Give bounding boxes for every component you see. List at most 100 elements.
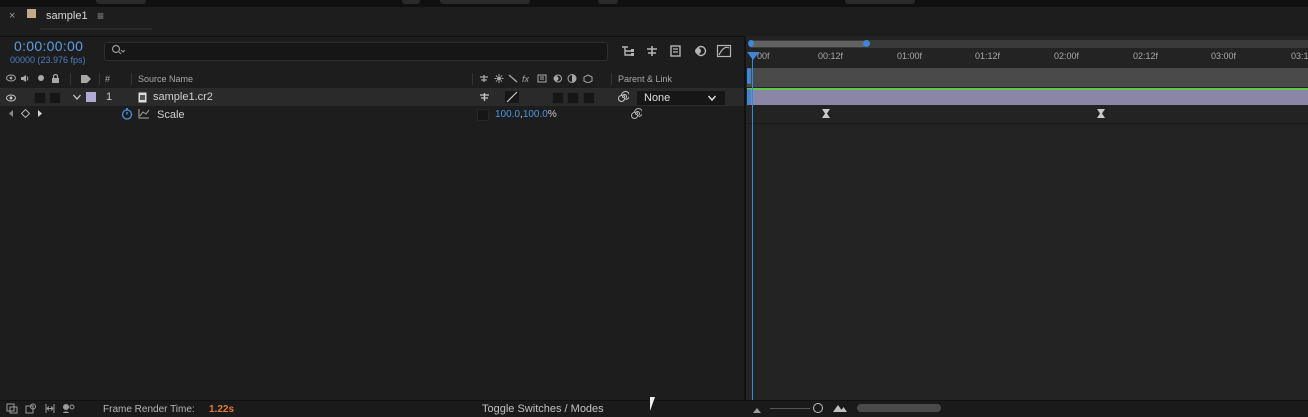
zoom-out-icon[interactable] bbox=[752, 405, 762, 417]
ruler-tick: 01:00f bbox=[897, 51, 923, 61]
layer-switches-icon[interactable] bbox=[6, 403, 18, 417]
layer-name[interactable]: sample1.cr2 bbox=[153, 91, 213, 103]
top-strip-control[interactable] bbox=[96, 0, 146, 4]
top-strip-control[interactable] bbox=[402, 0, 420, 4]
motion-blur-icon[interactable] bbox=[692, 44, 708, 58]
pick-whip-icon[interactable] bbox=[618, 91, 630, 105]
shy-toggle-icon[interactable] bbox=[479, 92, 490, 105]
work-area-bar[interactable] bbox=[747, 68, 1308, 87]
panel-menu-icon[interactable]: ≡ bbox=[97, 9, 104, 23]
panel-header bbox=[0, 7, 1308, 37]
scale-value[interactable]: 100.0,100.0% bbox=[495, 109, 557, 120]
layer-bar-highlight bbox=[747, 88, 1308, 90]
parent-dropdown[interactable]: None bbox=[636, 90, 726, 106]
keyframe-track[interactable] bbox=[747, 106, 1308, 124]
column-separator bbox=[131, 73, 132, 85]
frame-blending-icon[interactable] bbox=[668, 44, 684, 58]
current-time-marker[interactable] bbox=[747, 89, 751, 105]
adjustment-layer-switch-icon bbox=[567, 74, 577, 85]
transfer-controls-icon[interactable] bbox=[25, 403, 37, 417]
composition-color-swatch bbox=[27, 9, 36, 18]
time-ruler[interactable]: 00f 00:12f 01:00f 01:12f 02:00f 02:12f 0… bbox=[747, 48, 1308, 67]
scale-y-value[interactable]: 100.0 bbox=[523, 109, 548, 120]
search-icon bbox=[111, 44, 126, 59]
audio-icon[interactable] bbox=[20, 74, 30, 85]
shy-switch-icon bbox=[479, 74, 489, 85]
expression-checkbox[interactable] bbox=[477, 109, 489, 121]
navigator-end-handle[interactable] bbox=[863, 40, 870, 47]
column-separator bbox=[99, 73, 100, 85]
lock-icon[interactable] bbox=[51, 73, 60, 86]
layer-search-box[interactable] bbox=[104, 42, 608, 61]
zoom-in-icon[interactable] bbox=[832, 404, 848, 416]
collapse-switch-icon bbox=[494, 74, 504, 85]
search-input[interactable] bbox=[129, 44, 599, 58]
graph-editor-icon[interactable] bbox=[716, 44, 732, 58]
horizontal-scrollbar[interactable] bbox=[857, 404, 941, 412]
keyframe-marker[interactable] bbox=[1096, 108, 1106, 122]
video-toggle-icon[interactable] bbox=[6, 74, 16, 84]
column-separator bbox=[472, 73, 473, 85]
comp-flowchart-icon[interactable] bbox=[620, 44, 636, 58]
ruler-tick: 02:12f bbox=[1133, 51, 1159, 61]
frame-blend-switch-icon bbox=[537, 74, 547, 85]
column-parent-link[interactable]: Parent & Link bbox=[618, 74, 672, 84]
mouse-cursor bbox=[650, 397, 660, 411]
column-number[interactable]: # bbox=[105, 74, 110, 84]
in-out-duration-icon[interactable] bbox=[44, 403, 56, 417]
top-strip-control[interactable] bbox=[440, 0, 530, 4]
top-strip-control[interactable] bbox=[845, 0, 915, 4]
3d-layer-switch-icon bbox=[583, 74, 593, 85]
frame-render-time-label: Frame Render Time: bbox=[103, 404, 195, 415]
quality-switch-icon bbox=[508, 74, 518, 85]
property-pick-whip-icon[interactable] bbox=[631, 108, 643, 122]
add-keyframe-icon[interactable] bbox=[20, 108, 31, 121]
zoom-slider-track[interactable] bbox=[770, 408, 810, 409]
time-navigator[interactable] bbox=[748, 40, 1308, 48]
scale-x-value[interactable]: 100.0 bbox=[495, 109, 520, 120]
column-source-name[interactable]: Source Name bbox=[138, 74, 193, 84]
shy-layers-icon[interactable] bbox=[644, 44, 660, 58]
quality-toggle[interactable] bbox=[505, 91, 519, 103]
adjustment-checkbox[interactable] bbox=[567, 92, 579, 104]
ruler-tick: 03:1 bbox=[1291, 51, 1308, 61]
layer-column-header: # Source Name fx Parent & Link bbox=[0, 71, 744, 89]
close-tab-icon[interactable]: × bbox=[9, 10, 15, 22]
frame-count-fps: 00000 (23.976 fps) bbox=[10, 55, 86, 65]
graph-icon[interactable] bbox=[138, 109, 150, 122]
panel-divider[interactable] bbox=[744, 36, 746, 400]
current-time-indicator-line[interactable] bbox=[752, 57, 753, 400]
lock-checkbox[interactable] bbox=[49, 92, 61, 104]
3d-layer-checkbox[interactable] bbox=[583, 92, 595, 104]
stopwatch-icon[interactable] bbox=[121, 108, 133, 123]
layer-duration-bar[interactable] bbox=[747, 88, 1308, 105]
top-strip-control[interactable] bbox=[598, 0, 618, 4]
solo-checkbox[interactable] bbox=[34, 92, 46, 104]
label-color-swatch[interactable] bbox=[86, 92, 96, 102]
current-time-display[interactable]: 0:00:00:00 bbox=[14, 38, 83, 54]
render-time-icon[interactable] bbox=[62, 403, 75, 417]
twirl-down-icon[interactable] bbox=[72, 92, 82, 105]
composition-tab-title[interactable]: sample1 bbox=[46, 10, 88, 22]
tab-underline bbox=[40, 28, 152, 30]
column-separator bbox=[611, 73, 612, 85]
navigator-start-handle[interactable] bbox=[748, 40, 754, 47]
visibility-eye-icon[interactable] bbox=[6, 93, 16, 105]
keyframe-marker[interactable] bbox=[821, 108, 831, 122]
ruler-tick: 01:12f bbox=[975, 51, 1001, 61]
time-navigator-range[interactable] bbox=[750, 41, 865, 47]
zoom-slider-thumb[interactable] bbox=[813, 403, 823, 413]
current-time-indicator-head[interactable] bbox=[747, 52, 759, 60]
toggle-switches-modes-button[interactable]: Toggle Switches / Modes bbox=[482, 403, 604, 415]
current-time-marker[interactable] bbox=[747, 68, 751, 84]
motion-blur-switch-icon bbox=[552, 74, 562, 85]
scale-unit: % bbox=[547, 109, 557, 120]
label-tag-icon[interactable] bbox=[80, 74, 92, 86]
next-keyframe-icon[interactable] bbox=[37, 109, 43, 121]
solo-icon[interactable] bbox=[37, 74, 45, 84]
previous-keyframe-icon[interactable] bbox=[8, 109, 14, 121]
property-row[interactable]: Scale 100.0,100.0% bbox=[0, 106, 744, 123]
layer-row[interactable]: 1 sample1.cr2 None bbox=[0, 89, 744, 106]
motion-blur-checkbox[interactable] bbox=[552, 92, 564, 104]
property-name: Scale bbox=[157, 109, 185, 121]
